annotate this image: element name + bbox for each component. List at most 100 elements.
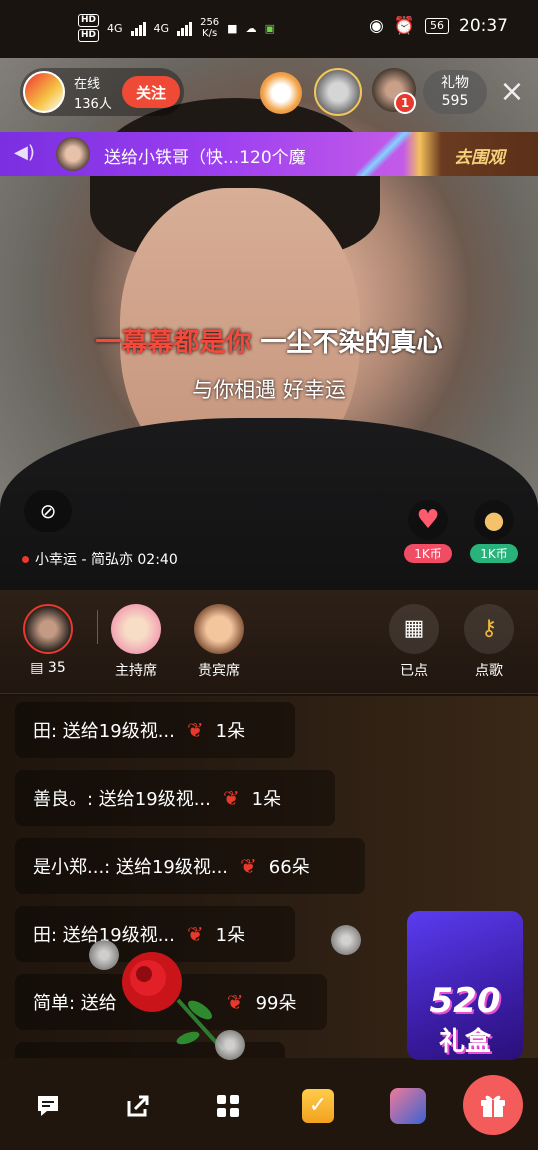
rose-icon: ❦: [240, 854, 257, 878]
ticket-icon: ▦: [389, 604, 439, 654]
chat-message: 是小郑...: 送给19级视... ❦ 66朵: [15, 838, 365, 894]
room-header: 在线 136人 关注 1 礼物 595 ×: [0, 58, 538, 132]
anchor-avatar[interactable]: [23, 71, 65, 113]
lyric-line-1: 一幕幕都是你 一尘不染的真心: [0, 322, 538, 359]
banner-arrow-decor: [356, 132, 412, 176]
promo-520-box[interactable]: 520 礼盒: [407, 911, 523, 1060]
speed-unit: K/s: [202, 28, 218, 39]
gift-small-icon: ▤: [30, 660, 44, 676]
viewer-avatar-1[interactable]: [314, 68, 362, 116]
viewer-rank-badge: 1: [394, 92, 416, 114]
promo-subtitle: 礼盒: [438, 1027, 491, 1057]
gift-icon[interactable]: [463, 1075, 523, 1135]
lyric-line-2: 与你相遇 好幸运: [192, 378, 346, 402]
anchor-info[interactable]: 在线 136人 关注: [20, 68, 184, 116]
speed-value: 256: [200, 17, 220, 28]
chat-message-text: 是小郑...: 送给19级视...: [33, 857, 229, 878]
chat-message-count: 1朵: [251, 789, 282, 810]
rose-icon: ❦: [222, 786, 240, 810]
status-bar: HD HD 4G 4G 256 K/s ■ ☁ ▣ ◉ ⏰ 56 20:37: [0, 0, 538, 58]
gift-label: 礼物: [441, 75, 469, 91]
bubble-decor: [331, 925, 361, 955]
rose-icon: ❦: [186, 718, 204, 742]
hd-badge-2: HD: [78, 29, 100, 42]
network-type-2: 4G: [153, 21, 170, 35]
chat-message-text: 善良。: 送给19级视...: [33, 789, 211, 810]
banner-avatar: [56, 137, 90, 171]
anchor-gift-count: 35: [47, 660, 66, 676]
alarm-icon: ⏰: [393, 16, 415, 36]
lyric-sung: 一幕幕都是你: [95, 328, 252, 358]
chat-message-text: 田: 送给19级视...: [33, 721, 175, 742]
anchor-seat-avatar: [23, 604, 73, 654]
host-seat[interactable]: 主持席: [101, 604, 171, 680]
chat-message: 田: 送给19级视... ❦ 1朵: [15, 702, 295, 758]
live-room-screen: HD HD 4G 4G 256 K/s ■ ☁ ▣ ◉ ⏰ 56 20:37 在…: [0, 0, 538, 1150]
egg-icon: ●: [474, 500, 514, 540]
order-song-button[interactable]: ⚷ 点歌: [461, 604, 517, 680]
chat-message-count: 1朵: [215, 721, 246, 742]
avatar-icon[interactable]: [388, 1086, 428, 1126]
ranking-badge[interactable]: [254, 68, 310, 116]
heart-price: 1K币: [404, 544, 452, 563]
signal-icon: [130, 20, 146, 36]
follow-button[interactable]: 关注: [122, 76, 180, 108]
apps-icon[interactable]: [208, 1086, 248, 1126]
task-icon[interactable]: ✓: [298, 1086, 338, 1126]
heart-icon: ♥: [408, 500, 448, 540]
anchor-seat[interactable]: ▤ 35: [13, 604, 83, 676]
egg-gift-button[interactable]: ● 1K币: [470, 500, 518, 568]
heart-gift-button[interactable]: ♥ 1K币: [404, 500, 452, 568]
camera-off-icon[interactable]: ⊘: [24, 490, 72, 532]
network-type-1: 4G: [107, 21, 123, 35]
gift-announce-banner[interactable]: ◀) 送给小铁哥（快...120个魔 去围观: [0, 132, 538, 176]
bubble-decor: [215, 1030, 245, 1060]
speaker-icon: ◀): [14, 142, 35, 163]
now-playing: 小幸运 - 简弘亦 02:40: [22, 549, 178, 569]
promo-title: 520: [429, 981, 501, 1021]
chat-message-count: 1朵: [215, 925, 246, 946]
ordered-songs-button[interactable]: ▦ 已点: [386, 604, 442, 680]
ranking-badge-icon: [260, 72, 302, 114]
share-icon[interactable]: [118, 1086, 158, 1126]
lyric-unsung: 一尘不染的真心: [251, 328, 443, 358]
chat-message-count: 66朵: [268, 857, 310, 878]
online-label: 在线: [74, 77, 101, 92]
battery-indicator: 56: [425, 18, 449, 34]
chat-icon[interactable]: [28, 1086, 68, 1126]
gift-ranking-button[interactable]: 礼物 595: [423, 70, 487, 114]
ordered-label: 已点: [400, 663, 428, 679]
key-icon: ⚷: [464, 604, 514, 654]
eye-icon: ◉: [368, 16, 384, 36]
hd-indicators: HD HD: [78, 14, 100, 42]
host-seat-label: 主持席: [115, 663, 157, 679]
egg-price: 1K币: [470, 544, 518, 563]
signal-icon-2: [177, 20, 193, 36]
status-right: ◉ ⏰ 56 20:37: [369, 16, 508, 36]
vip-seat[interactable]: 贵宾席: [184, 604, 254, 680]
close-icon[interactable]: ×: [498, 77, 526, 107]
rose-gift-animation: [122, 952, 225, 1052]
go-watch-button[interactable]: 去围观: [454, 143, 505, 168]
hd-badge-1: HD: [78, 14, 100, 27]
network-speed: 256 K/s: [200, 17, 219, 39]
bottom-toolbar: ✓: [0, 1058, 538, 1150]
banner-text: 送给小铁哥（快...120个魔: [104, 148, 306, 168]
chat-message: 善良。: 送给19级视... ❦ 1朵: [15, 770, 335, 826]
live-dot: [22, 555, 29, 563]
order-song-label: 点歌: [475, 663, 503, 679]
clock: 20:37: [459, 16, 508, 36]
cloud-icon: ☁: [245, 21, 257, 35]
host-seat-avatar: [111, 604, 161, 654]
vip-seat-label: 贵宾席: [198, 663, 240, 679]
status-left: HD HD 4G 4G 256 K/s ■ ☁ ▣: [78, 14, 275, 42]
seat-row: ▤ 35 主持席 贵宾席 ▦ 已点 ⚷ 点歌: [0, 590, 538, 694]
app-icon: ▣: [264, 21, 275, 35]
video-icon: ■: [227, 21, 238, 35]
gift-count: 595: [441, 93, 469, 109]
seat-divider: [97, 610, 98, 644]
online-count: 136人: [74, 97, 112, 112]
bubble-decor: [89, 940, 119, 970]
now-playing-text: 小幸运 - 简弘亦 02:40: [35, 552, 178, 568]
task-check-icon: ✓: [302, 1089, 334, 1123]
